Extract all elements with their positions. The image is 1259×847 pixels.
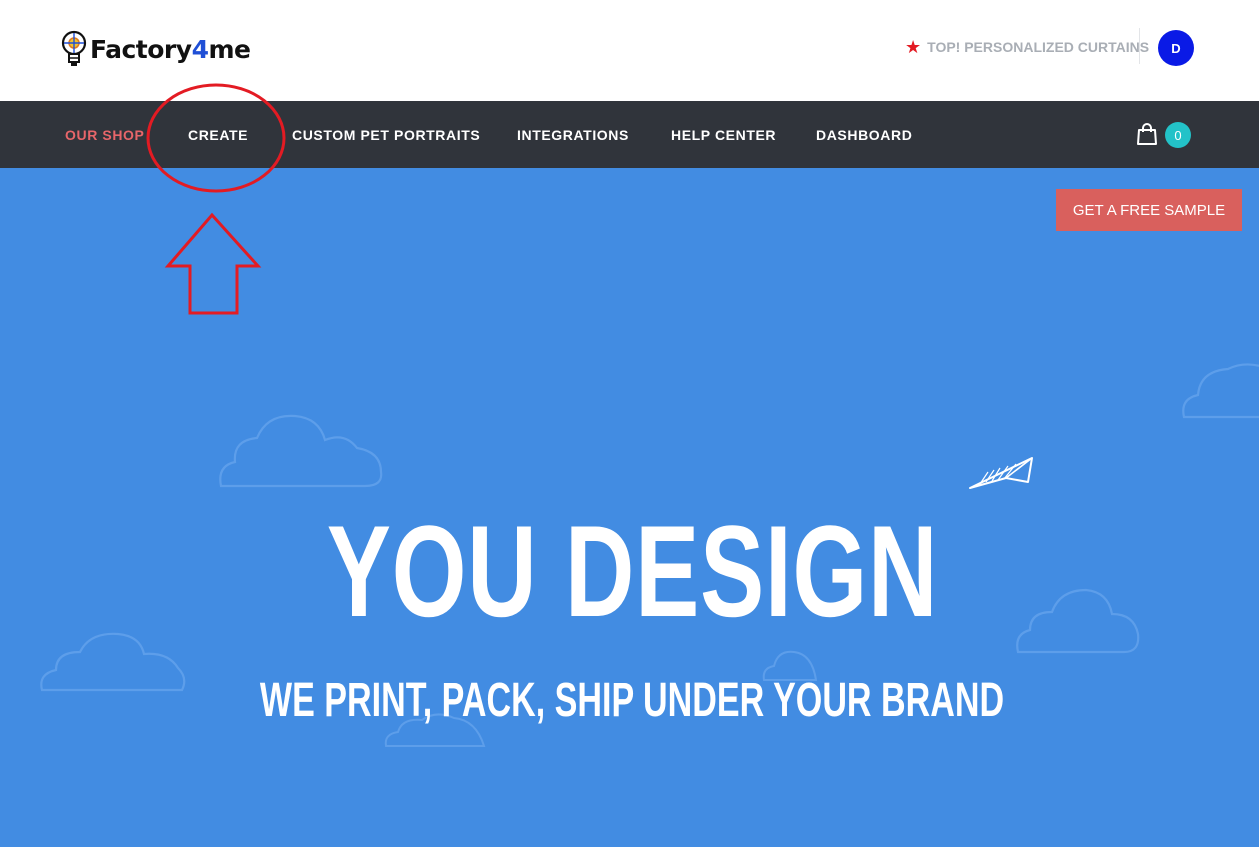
- promo-link[interactable]: ★ TOP! PERSONALIZED CURTAINS: [905, 38, 1149, 56]
- star-icon: ★: [905, 37, 922, 57]
- hero-subtitle: WE PRINT, PACK, SHIP UNDER YOUR BRAND: [259, 674, 1005, 727]
- nav-item-create[interactable]: CREATE: [188, 101, 248, 168]
- cart-count-badge: 0: [1165, 122, 1191, 148]
- header-divider: [1139, 28, 1140, 64]
- user-avatar[interactable]: D: [1158, 30, 1194, 66]
- logo-text: Factory4me: [90, 34, 251, 64]
- nav-item-help-center[interactable]: HELP CENTER: [671, 101, 776, 168]
- hero-title: YOU DESIGN: [326, 498, 939, 644]
- nav-item-custom-pet-portraits[interactable]: CUSTOM PET PORTRAITS: [292, 101, 480, 168]
- site-logo[interactable]: Factory4me: [60, 28, 251, 70]
- nav-item-our-shop[interactable]: OUR SHOP: [65, 101, 144, 168]
- top-header: Factory4me ★ TOP! PERSONALIZED CURTAINS …: [0, 0, 1259, 101]
- nav-item-integrations[interactable]: INTEGRATIONS: [517, 101, 629, 168]
- lightbulb-logo-icon: [61, 30, 87, 66]
- paper-plane-icon: [969, 457, 1033, 489]
- cart-button[interactable]: [1136, 122, 1158, 151]
- cloud-icon: [219, 414, 383, 488]
- hero-section: GET A FREE SAMPLE YOU DESIGN WE PRINT, P…: [0, 168, 1259, 847]
- cloud-icon: [1182, 363, 1259, 419]
- main-nav: OUR SHOP CREATE CUSTOM PET PORTRAITS INT…: [0, 101, 1259, 168]
- nav-item-dashboard[interactable]: DASHBOARD: [816, 101, 912, 168]
- promo-text: TOP! PERSONALIZED CURTAINS: [927, 39, 1150, 55]
- get-free-sample-button[interactable]: GET A FREE SAMPLE: [1056, 189, 1242, 231]
- shopping-bag-icon: [1137, 123, 1157, 145]
